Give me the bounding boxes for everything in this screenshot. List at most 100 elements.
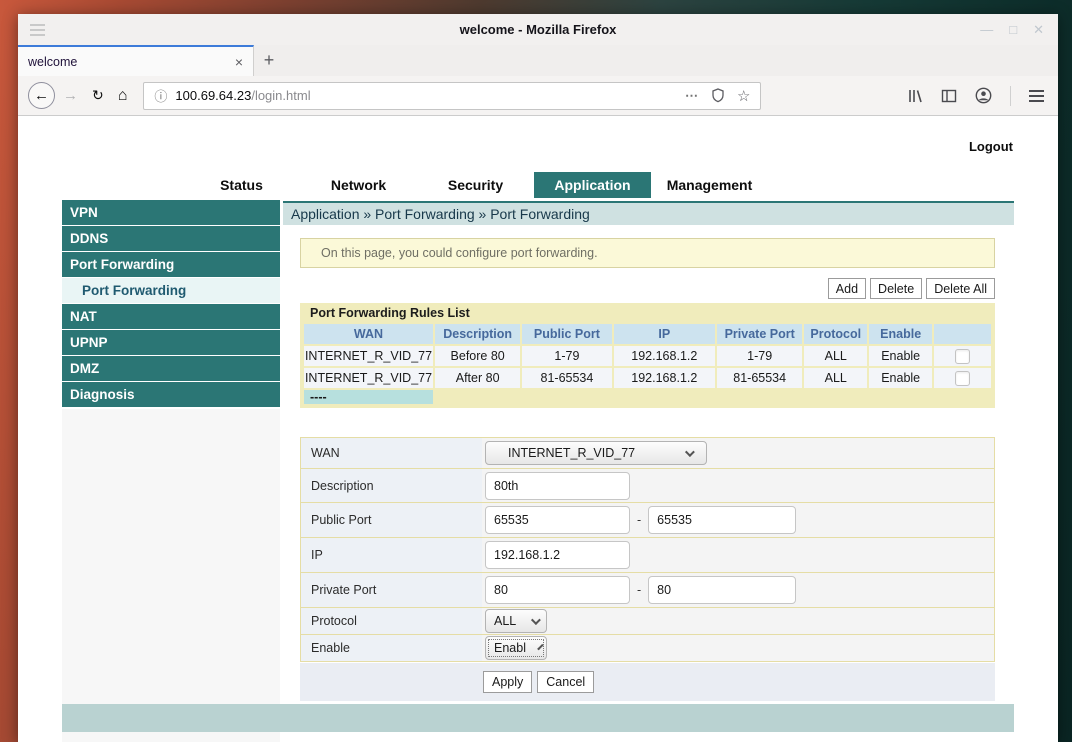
cell-protocol: ALL — [804, 346, 867, 366]
sidebar-filler — [62, 409, 280, 742]
desktop-wallpaper: welcome - Mozilla Firefox — □ ✕ welcome … — [0, 0, 1072, 742]
browser-tab[interactable]: welcome × — [18, 45, 254, 76]
footer-dash-cell: ---- — [304, 390, 433, 404]
port-range-separator: - — [637, 513, 641, 527]
nav-tab-status[interactable]: Status — [183, 172, 300, 198]
col-header-enable: Enable — [869, 324, 932, 344]
sidebar-item-ddns[interactable]: DDNS — [62, 226, 280, 251]
private-port-label: Private Port — [301, 573, 482, 607]
window-title: welcome - Mozilla Firefox — [18, 22, 1058, 37]
page-viewport: Logout Status Network Security Applicati… — [18, 116, 1058, 742]
sidebar-subitem-port-forwarding[interactable]: Port Forwarding — [62, 278, 280, 303]
public-port-from-input[interactable] — [485, 506, 630, 534]
cell-private-port: 1-79 — [717, 346, 802, 366]
minimize-button[interactable]: — — [980, 22, 993, 38]
library-icon[interactable] — [907, 88, 923, 104]
private-port-from-input[interactable] — [485, 576, 630, 604]
rules-table-container: Port Forwarding Rules List WAN Descripti… — [300, 303, 995, 408]
row-select-checkbox[interactable] — [955, 371, 970, 386]
ip-label: IP — [301, 538, 482, 572]
rules-header-row: WAN Description Public Port IP Private P… — [304, 324, 991, 344]
cell-ip: 192.168.1.2 — [614, 346, 715, 366]
new-tab-button[interactable]: + — [254, 45, 284, 76]
cell-enable: Enable — [869, 346, 932, 366]
sidebar-item-dmz[interactable]: DMZ — [62, 356, 280, 381]
sidebar-item-nat[interactable]: NAT — [62, 304, 280, 329]
cell-ip: 192.168.1.2 — [614, 368, 715, 388]
url-host: 100.69.64.23 — [175, 88, 251, 103]
maximize-button[interactable]: □ — [1009, 22, 1017, 38]
rules-table: WAN Description Public Port IP Private P… — [302, 322, 993, 406]
tab-bar: welcome × + — [18, 45, 1058, 76]
browser-window: welcome - Mozilla Firefox — □ ✕ welcome … — [18, 14, 1058, 742]
wan-label: WAN — [301, 438, 482, 468]
sidebar: VPN DDNS Port Forwarding Port Forwarding… — [62, 200, 280, 408]
cell-public-port: 81-65534 — [522, 368, 611, 388]
chevron-down-icon — [531, 615, 541, 625]
private-port-to-input[interactable] — [648, 576, 796, 604]
col-header-protocol: Protocol — [804, 324, 867, 344]
rules-table-title: Port Forwarding Rules List — [302, 303, 993, 322]
description-input[interactable] — [485, 472, 630, 500]
reload-icon[interactable]: ↻ — [92, 87, 104, 104]
page-actions-icon[interactable]: ⋯ — [685, 88, 699, 104]
protocol-select-value: ALL — [494, 614, 516, 628]
account-icon[interactable] — [975, 87, 992, 104]
url-bar[interactable]: ⓘ 100.69.64.23/login.html ⋯ ☆ — [143, 82, 761, 110]
sidebar-item-upnp[interactable]: UPNP — [62, 330, 280, 355]
url-path: /login.html — [251, 88, 310, 103]
logout-link[interactable]: Logout — [953, 139, 1013, 154]
nav-tab-security[interactable]: Security — [417, 172, 534, 198]
col-header-public-port: Public Port — [522, 324, 611, 344]
protocol-select[interactable]: ALL — [485, 609, 547, 633]
back-icon[interactable]: ← — [28, 82, 55, 109]
cell-protocol: ALL — [804, 368, 867, 388]
public-port-to-input[interactable] — [648, 506, 796, 534]
cell-wan: INTERNET_R_VID_77 — [304, 368, 433, 388]
protocol-label: Protocol — [301, 608, 482, 634]
chevron-down-icon — [685, 447, 695, 457]
nav-tab-application[interactable]: Application — [534, 172, 651, 198]
apply-button[interactable]: Apply — [483, 671, 532, 693]
form-actions: Apply Cancel — [300, 663, 995, 701]
sidebar-item-vpn[interactable]: VPN — [62, 200, 280, 225]
home-icon[interactable]: ⌂ — [118, 87, 128, 105]
app-menu-icon[interactable] — [1029, 90, 1044, 102]
sidebar-toggle-icon[interactable] — [941, 88, 957, 104]
description-label: Description — [301, 469, 482, 502]
col-header-wan: WAN — [304, 324, 433, 344]
delete-button[interactable]: Delete — [870, 278, 922, 299]
col-header-description: Description — [435, 324, 520, 344]
enable-select[interactable]: Enabl — [485, 636, 547, 660]
chevron-down-icon — [537, 643, 543, 649]
bookmark-star-icon[interactable]: ☆ — [737, 87, 750, 105]
col-header-select — [934, 324, 991, 344]
nav-tab-management[interactable]: Management — [651, 172, 768, 198]
cell-enable: Enable — [869, 368, 932, 388]
forward-icon[interactable]: → — [63, 87, 78, 104]
enable-select-value: Enabl — [494, 641, 526, 655]
ip-input[interactable] — [485, 541, 630, 569]
sidebar-item-port-forwarding[interactable]: Port Forwarding — [62, 252, 280, 277]
col-header-private-port: Private Port — [717, 324, 802, 344]
main-nav: Status Network Security Application Mana… — [183, 172, 768, 198]
sidebar-item-diagnosis[interactable]: Diagnosis — [62, 382, 280, 407]
table-row: INTERNET_R_VID_77 Before 80 1-79 192.168… — [304, 346, 991, 366]
rule-edit-form: WAN INTERNET_R_VID_77 Description Public… — [300, 437, 995, 662]
rules-actions: Add Delete Delete All — [300, 278, 995, 299]
close-button[interactable]: ✕ — [1033, 22, 1044, 38]
public-port-label: Public Port — [301, 503, 482, 537]
port-range-separator: - — [637, 583, 641, 597]
delete-all-button[interactable]: Delete All — [926, 278, 995, 299]
site-info-icon[interactable]: ⓘ — [154, 86, 167, 105]
cell-wan: INTERNET_R_VID_77 — [304, 346, 433, 366]
tab-close-icon[interactable]: × — [235, 54, 243, 70]
row-select-checkbox[interactable] — [955, 349, 970, 364]
cell-description: Before 80 — [435, 346, 520, 366]
pocket-shield-icon[interactable] — [711, 88, 725, 103]
add-button[interactable]: Add — [828, 278, 866, 299]
cell-public-port: 1-79 — [522, 346, 611, 366]
wan-select[interactable]: INTERNET_R_VID_77 — [485, 441, 707, 465]
nav-tab-network[interactable]: Network — [300, 172, 417, 198]
cancel-button[interactable]: Cancel — [537, 671, 594, 693]
